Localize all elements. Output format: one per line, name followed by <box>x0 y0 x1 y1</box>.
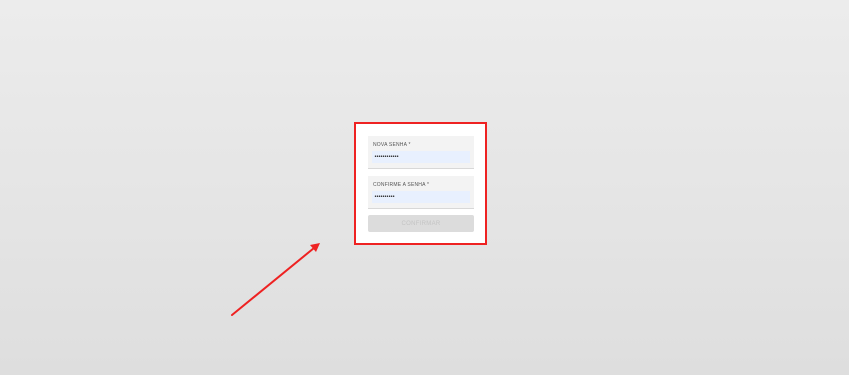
confirm-button[interactable]: CONFIRMAR <box>368 215 474 232</box>
highlighted-password-form: NOVA SENHA * CONFIRME A SENHA * CONFIRMA… <box>354 122 487 245</box>
confirm-password-label: CONFIRME A SENHA * <box>373 182 430 188</box>
arrowhead-icon <box>310 243 320 252</box>
confirm-password-input[interactable] <box>372 191 470 203</box>
new-password-field[interactable]: NOVA SENHA * <box>368 136 474 169</box>
new-password-input[interactable] <box>372 151 470 163</box>
confirm-password-field[interactable]: CONFIRME A SENHA * <box>368 176 474 209</box>
new-password-label: NOVA SENHA * <box>373 142 411 148</box>
